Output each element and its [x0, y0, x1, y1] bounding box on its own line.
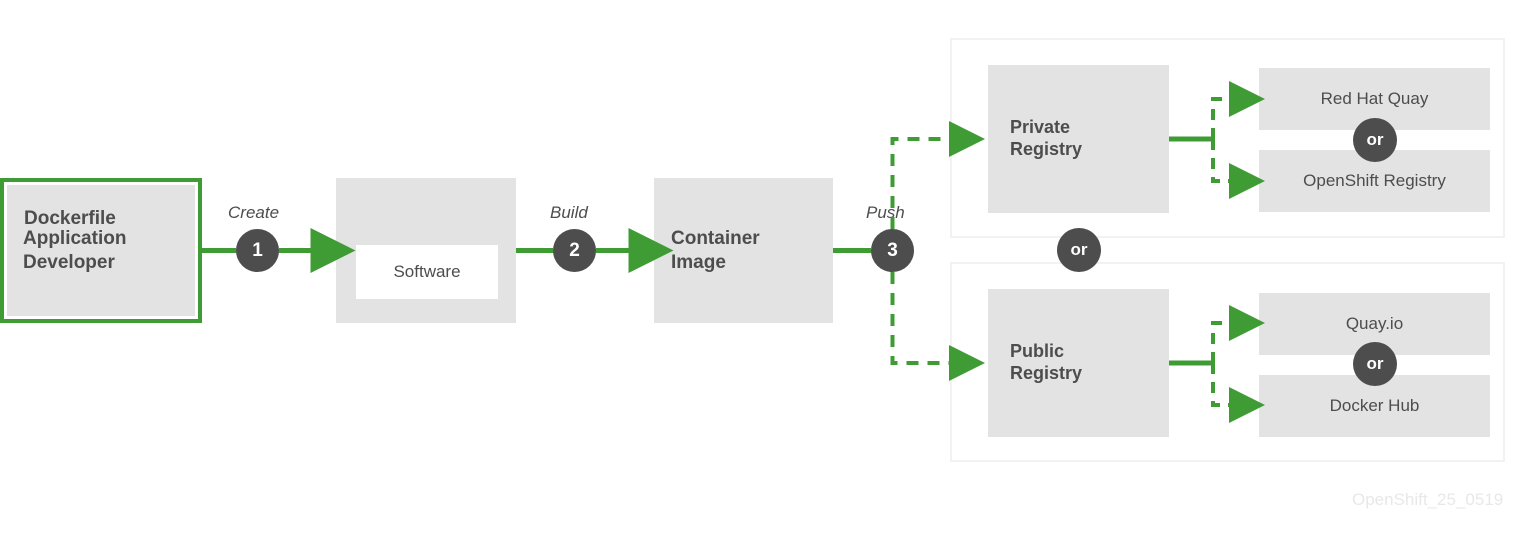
- container-image-label: Container Image: [671, 228, 760, 273]
- application-developer-node[interactable]: Application Developer: [0, 178, 202, 323]
- option-red-hat-quay-label: Red Hat Quay: [1320, 89, 1429, 108]
- option-quay-io-label: Quay.io: [1345, 314, 1404, 333]
- option-docker-hub-label: Docker Hub: [1329, 396, 1420, 415]
- or-badge-public: or: [1353, 342, 1397, 386]
- step-marker-1-number: 1: [252, 239, 263, 261]
- step-marker-3-number: 3: [887, 239, 898, 261]
- dockerfile-label: Dockerfile: [24, 208, 116, 229]
- private-registry-node[interactable]: Private Registry: [988, 65, 1169, 213]
- or-badge-between-groups: or: [1057, 228, 1101, 272]
- step-action-create: Create: [228, 203, 280, 222]
- or-badge-private: or: [1353, 118, 1397, 162]
- public-registry-node[interactable]: Public Registry: [988, 289, 1169, 437]
- software-sub-node: Software: [356, 245, 498, 299]
- step-marker-1: 1: [236, 229, 279, 272]
- application-developer-label: Application Developer: [23, 228, 127, 273]
- or-badge-private-label: or: [1366, 130, 1384, 149]
- container-image-node[interactable]: Container Image: [654, 178, 833, 323]
- step-action-build: Build: [550, 203, 588, 222]
- application-developer-fill: Application Developer: [7, 185, 195, 316]
- private-registry-label: Private Registry: [1010, 117, 1083, 159]
- step-marker-3: 3: [871, 229, 914, 272]
- software-label: Software: [393, 262, 461, 281]
- step-marker-2-number: 2: [569, 239, 580, 261]
- or-badge-public-label: or: [1366, 354, 1384, 373]
- diagram-identifier: OpenShift_25_0519: [1352, 490, 1504, 509]
- or-badge-between-groups-label: or: [1070, 240, 1088, 259]
- step-marker-2: 2: [553, 229, 596, 272]
- option-openshift-registry-label: OpenShift Registry: [1303, 171, 1446, 190]
- diagram-canvas: Application Developer Dockerfile Softwar…: [0, 0, 1520, 545]
- public-registry-label: Public Registry: [1010, 341, 1083, 383]
- step-action-push: Push: [866, 203, 905, 222]
